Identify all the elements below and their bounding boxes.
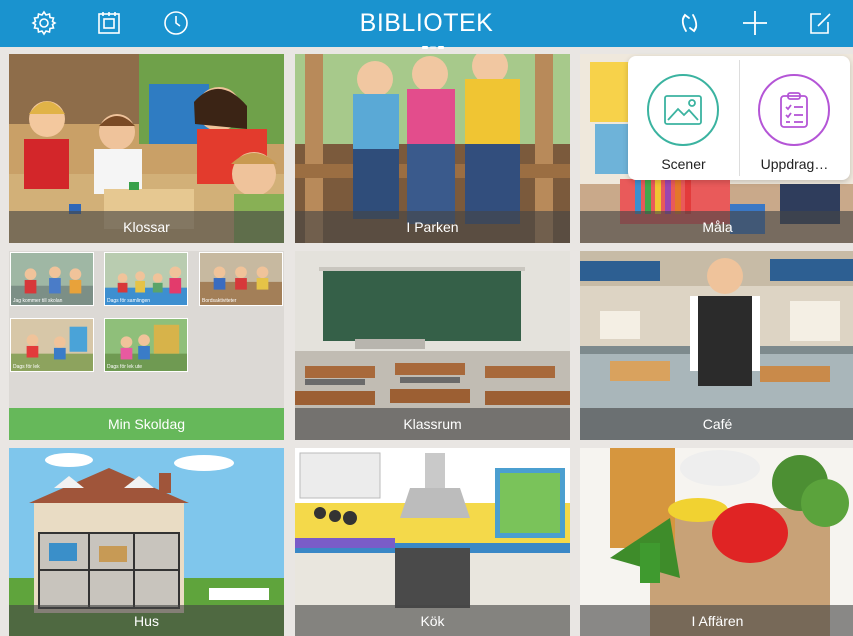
page-indicator[interactable] bbox=[422, 36, 446, 49]
new-scene-option[interactable]: Scener bbox=[628, 56, 739, 180]
tile-i-affaren[interactable]: I Affären bbox=[580, 448, 853, 636]
new-task-option[interactable]: Uppdrag… bbox=[739, 56, 850, 180]
thumbnail-label: Dags för lek ute bbox=[107, 364, 143, 370]
tile-hus[interactable]: Hus bbox=[9, 448, 284, 636]
thumbnail-label: Dags för lek bbox=[13, 364, 40, 370]
tile-caption: I Parken bbox=[295, 211, 570, 243]
tile-klossar[interactable]: Klossar bbox=[9, 54, 284, 243]
page-title: BIBLIOTEK bbox=[359, 9, 494, 37]
tile-klassrum[interactable]: Klassrum bbox=[295, 251, 570, 440]
reorder-icon[interactable] bbox=[676, 9, 704, 37]
add-menu-popover: Scener Uppdrag… bbox=[628, 56, 850, 180]
thumbnail: Bordsaktiviteter bbox=[199, 252, 283, 306]
tile-caption: Café bbox=[580, 408, 853, 440]
tile-caption: Klossar bbox=[9, 211, 284, 243]
clipboard-icon bbox=[758, 74, 830, 146]
thumbnail-label: Bordsaktiviteter bbox=[202, 298, 237, 304]
tile-caption: Klassrum bbox=[295, 408, 570, 440]
thumbnail: Dags för lek ute bbox=[104, 318, 188, 372]
tile-kok[interactable]: Kök bbox=[295, 448, 570, 636]
edit-icon[interactable] bbox=[806, 9, 834, 37]
thumbnail-label: Dags för samlingen bbox=[107, 298, 151, 304]
option-label: Uppdrag… bbox=[760, 156, 829, 172]
tile-i-parken[interactable]: I Parken bbox=[295, 54, 570, 243]
tile-caption: Min Skoldag bbox=[9, 408, 284, 440]
tile-min-skoldag[interactable]: Jag kommer till skolan Dags för samlinge… bbox=[9, 251, 284, 440]
top-bar: BIBLIOTEK bbox=[0, 0, 853, 49]
tile-cafe[interactable]: Café bbox=[580, 251, 853, 440]
tile-caption: Kök bbox=[295, 605, 570, 636]
thumbnail: Dags för samlingen bbox=[104, 252, 188, 306]
thumbnail: Dags för lek bbox=[10, 318, 94, 372]
thumbnail-label: Jag kommer till skolan bbox=[13, 298, 63, 304]
thumbnail: Jag kommer till skolan bbox=[10, 252, 94, 306]
tile-caption: Hus bbox=[9, 605, 284, 636]
image-icon bbox=[647, 74, 719, 146]
tile-caption: I Affären bbox=[580, 605, 853, 636]
tile-caption: Måla bbox=[580, 211, 853, 243]
plus-icon[interactable] bbox=[741, 9, 769, 37]
option-label: Scener bbox=[661, 156, 706, 172]
